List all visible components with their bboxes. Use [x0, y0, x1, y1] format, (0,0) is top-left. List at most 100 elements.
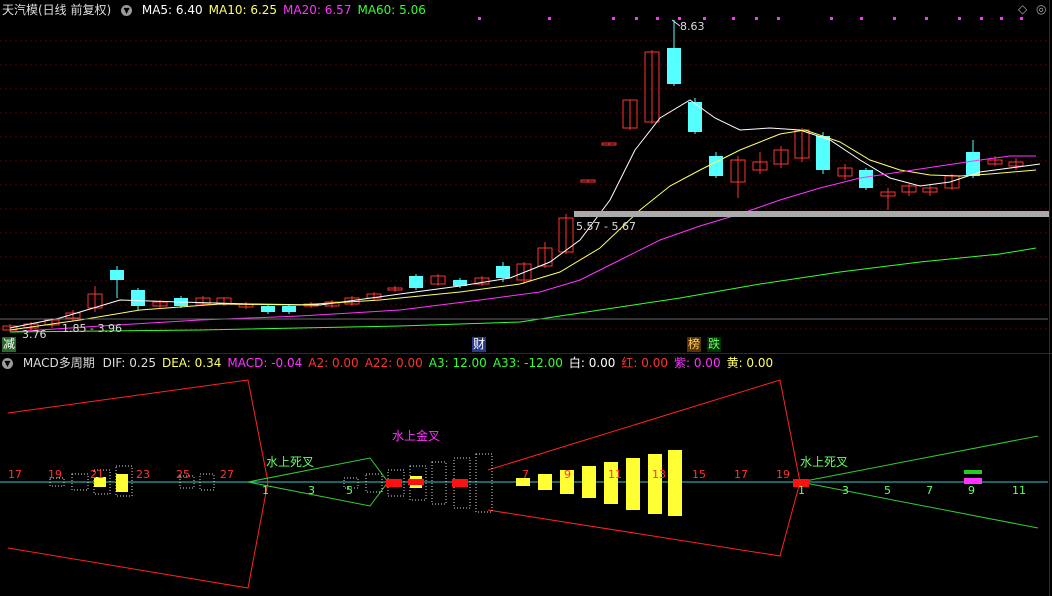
count-label: 1 — [262, 484, 269, 497]
count-label: 19 — [776, 468, 790, 481]
fan-left — [7, 379, 269, 589]
signal-dot — [548, 17, 551, 20]
stock-title: 天汽模(日线 前复权) — [2, 3, 112, 17]
count-label: 11 — [608, 468, 622, 481]
macd-bar-yellow — [648, 454, 662, 514]
macd-value: DIF: 0.25 — [102, 356, 156, 370]
macd-box — [365, 473, 383, 493]
macd-value: A22: 0.00 — [364, 356, 423, 370]
chart-canvas[interactable]: 8.635.57 - 5.671.85 - 3.963.7617 19 21 23 25… — [0, 0, 1052, 596]
count-label: 15 — [692, 468, 706, 481]
count-label: 3 — [308, 484, 315, 497]
macd-bar-yellow — [668, 450, 682, 516]
right-frame — [1049, 0, 1050, 596]
macd-bar-red — [452, 479, 468, 487]
count-label: 9 — [968, 484, 975, 497]
signal-dot — [860, 17, 863, 20]
macd-bar-yellow — [116, 474, 128, 492]
ma-value: MA5: 6.40 — [141, 3, 203, 17]
cross-label: 水上金叉 — [392, 428, 440, 443]
signal-dot — [1000, 17, 1003, 20]
macd-values: DIF: 0.25 DEA: 0.34 MACD: -0.04 A2: 0.00 A22… — [103, 356, 780, 370]
macd-value: 白: 0.00 — [568, 356, 616, 370]
signal-dot — [980, 17, 983, 20]
macd-bar-yellow — [538, 474, 552, 490]
macd-value: A3: 12.00 — [428, 356, 487, 370]
count-label: 11 — [1012, 484, 1026, 497]
macd-value: DEA: 0.34 — [161, 356, 222, 370]
candle-body — [409, 276, 423, 288]
fan-middle — [487, 379, 801, 557]
macd-value: A2: 0.00 — [308, 356, 359, 370]
count-label: 1 — [798, 484, 805, 497]
signal-dot — [1020, 17, 1023, 20]
macd-title: MACD多周期 — [22, 356, 95, 370]
high-pointer — [671, 19, 681, 27]
count-label: 13 — [652, 468, 666, 481]
diamond-icon[interactable]: ◇ — [1018, 2, 1027, 16]
cross-label: 水上死叉 — [800, 455, 848, 469]
ma-value: MA20: 6.57 — [283, 3, 352, 17]
macd-header: ▼ MACD多周期 DIF: 0.25 DEA: 0.34 MACD: -0.04 A… — [2, 354, 785, 372]
candle-body — [667, 48, 681, 84]
candle-body — [816, 136, 830, 170]
count-label: 5 — [884, 484, 891, 497]
macd-box — [431, 461, 447, 505]
cross-label: 水上死叉 — [266, 455, 314, 469]
count-label: 7 — [926, 484, 933, 497]
range-upper-label: 5.57 - 5.67 — [576, 220, 636, 233]
marker-list[interactable]: 榜 — [687, 337, 702, 352]
price-range-band — [574, 211, 1050, 217]
marker-reduce[interactable]: 减 — [2, 337, 17, 352]
count-label: 27 — [220, 468, 234, 481]
ma-value: MA60: 5.06 — [357, 3, 426, 17]
ma10-line — [9, 129, 1037, 331]
macd-box — [475, 453, 493, 513]
signal-dot — [830, 17, 833, 20]
indicator-menu-icon[interactable]: ▼ — [121, 5, 133, 16]
marker-drop[interactable]: 跌 — [707, 337, 722, 352]
marker-finance[interactable]: 财 — [472, 337, 487, 352]
macd-bar-red — [386, 479, 402, 487]
signal-dot — [635, 17, 638, 20]
ma-values: MA5: 6.40 MA10: 6.25 MA20: 6.57 MA60: 5.06 — [142, 3, 432, 17]
candle-body — [496, 266, 510, 278]
signal-dot — [958, 17, 961, 20]
low-price-label: 3.76 — [22, 328, 47, 341]
macd-value: MACD: -0.04 — [227, 356, 303, 370]
signal-dot — [478, 17, 481, 20]
count-label: 9 — [564, 468, 571, 481]
macd-value: A33: -12.00 — [492, 356, 563, 370]
count-label: 21 — [90, 468, 104, 481]
signal-dot — [755, 17, 758, 20]
green-fan-lower — [799, 481, 1039, 529]
candle-body — [110, 270, 124, 280]
signal-dot — [777, 17, 780, 20]
count-label: 17 — [8, 468, 22, 481]
macd-menu-icon[interactable]: ▼ — [2, 358, 13, 369]
count-label: 17 — [734, 468, 748, 481]
signal-dot — [732, 17, 735, 20]
candle-body — [131, 290, 145, 306]
macd-value: 紫: 0.00 — [674, 356, 721, 370]
count-label: 3 — [842, 484, 849, 497]
macd-bar-yellow — [582, 466, 596, 498]
count-label: 25 — [176, 468, 190, 481]
signal-dot — [656, 17, 659, 20]
sync-icon[interactable]: ◎ — [1036, 2, 1046, 16]
candle-body — [859, 170, 873, 188]
macd-bar-yellow — [626, 458, 640, 510]
count-label: 7 — [522, 468, 529, 481]
count-label: 23 — [136, 468, 150, 481]
high-price-label: 8.63 — [680, 20, 705, 33]
macd-bar-red — [408, 479, 424, 485]
stock-chart-window: 8.63 5.57 - 5.67 1.85 - 3.96 3.76 17 19 21 23 25… — [0, 0, 1052, 596]
signal-dot — [612, 17, 615, 20]
count-label: 19 — [48, 468, 62, 481]
macd-bar-green — [964, 470, 982, 474]
signal-dot — [925, 17, 928, 20]
signal-dot — [893, 17, 896, 20]
candle-body — [282, 306, 296, 312]
range-lower-label: 1.85 - 3.96 — [62, 322, 122, 335]
ma-value: MA10: 6.25 — [208, 3, 278, 17]
